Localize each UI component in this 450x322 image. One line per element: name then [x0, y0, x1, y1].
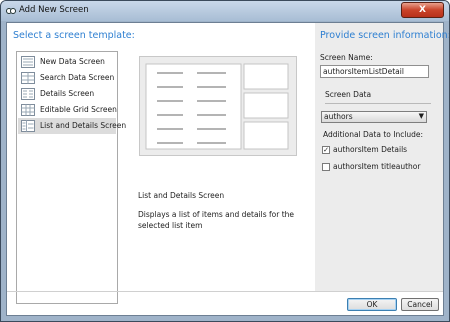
template-item-label: Search Data Screen	[40, 73, 115, 82]
template-item-label: New Data Screen	[40, 57, 105, 66]
checkbox-unchecked[interactable]	[322, 163, 330, 171]
screen-data-select[interactable]: authors ▼	[321, 111, 427, 123]
form-screen-icon	[21, 56, 35, 68]
editable-grid-icon	[21, 104, 35, 116]
grid-screen-icon	[21, 72, 35, 84]
option-label: authorsItem titleauthor	[333, 162, 421, 171]
details-screen-icon	[21, 88, 35, 100]
title-bar[interactable]: Add New Screen X	[1, 1, 449, 21]
footer-divider	[7, 291, 443, 292]
template-item-label: Editable Grid Screen	[40, 105, 117, 114]
close-button[interactable]: X	[401, 2, 444, 18]
option-label: authorsItem Details	[333, 145, 408, 154]
list-details-icon	[21, 120, 35, 132]
screen-name-input[interactable]: authorsItemListDetail	[320, 65, 429, 78]
template-item-label: List and Details Screen	[40, 121, 127, 130]
template-item-details-screen[interactable]: Details Screen	[18, 86, 116, 102]
template-description-title: List and Details Screen	[138, 191, 225, 200]
template-item-label: Details Screen	[40, 89, 95, 98]
window-title: Add New Screen	[19, 5, 89, 15]
template-item-editable-grid-screen[interactable]: Editable Grid Screen	[18, 102, 117, 118]
screen-data-label: Screen Data	[325, 90, 372, 99]
screen-name-label: Screen Name:	[320, 53, 373, 62]
list-details-preview-image	[140, 57, 296, 155]
dialog-body: Select a screen template: Provide screen…	[6, 22, 449, 316]
cancel-button[interactable]: Cancel	[401, 298, 439, 311]
screen-info-panel	[315, 23, 443, 291]
template-item-search-data-screen[interactable]: Search Data Screen	[18, 70, 116, 86]
add-new-screen-dialog: Add New Screen X Select a screen templat…	[0, 0, 450, 322]
app-icon	[6, 8, 16, 14]
additional-data-label: Additional Data to Include:	[323, 130, 424, 139]
checkbox-checked[interactable]: ✓	[322, 146, 330, 154]
screen-data-value: authors	[324, 112, 353, 121]
template-preview	[139, 56, 297, 156]
template-item-new-data-screen[interactable]: New Data Screen	[18, 54, 116, 70]
template-item-list-and-details-screen[interactable]: List and Details Screen	[18, 118, 126, 134]
divider	[325, 103, 431, 104]
chevron-down-icon: ▼	[418, 112, 424, 120]
template-heading: Select a screen template:	[13, 30, 135, 41]
info-heading: Provide screen information:	[320, 30, 450, 41]
template-description: Displays a list of items and details for…	[138, 210, 295, 230]
ok-button[interactable]: OK	[347, 298, 397, 311]
template-list: New Data Screen Search Data Screen Detai…	[16, 51, 126, 304]
